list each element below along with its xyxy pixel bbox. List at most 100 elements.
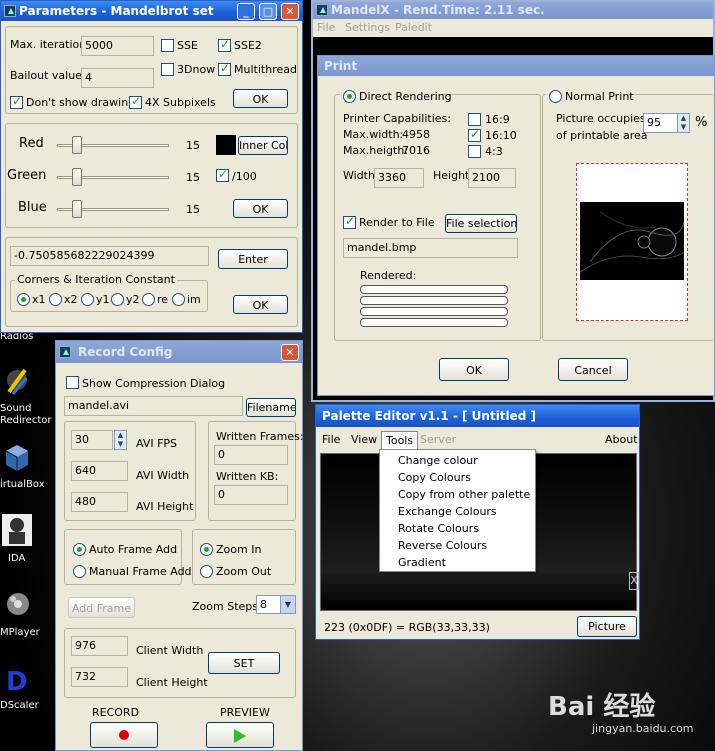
parameters-app-icon	[4, 5, 16, 17]
close-button[interactable]: ✕	[281, 3, 299, 20]
percent-sign: %	[695, 115, 708, 130]
auto-frame-radio[interactable]	[73, 543, 86, 556]
menu-settings[interactable]: Settings	[345, 21, 390, 34]
zoom-in-radio[interactable]	[200, 543, 213, 556]
menu-item-reverse-colours[interactable]: Reverse Colours	[398, 539, 487, 552]
zoom-out-radio[interactable]	[200, 565, 213, 578]
avi-width-input[interactable]: 640	[71, 461, 128, 481]
fps-spinner[interactable]: ▲ ▼	[114, 430, 127, 450]
record-title-bar[interactable]: Record Config	[56, 341, 302, 363]
subpixels-checkbox[interactable]	[129, 94, 142, 109]
fps-input[interactable]: 30	[71, 430, 113, 450]
menu-item-copy-from-other-palette[interactable]: Copy from other palette	[398, 488, 530, 501]
radio-re[interactable]	[142, 293, 155, 306]
palette-picture-button[interactable]: Picture	[577, 616, 637, 637]
blue-slider[interactable]	[72, 200, 83, 218]
inner-col-button[interactable]: Inner Col	[238, 136, 288, 155]
max-height-value: 7016	[402, 144, 430, 157]
set-button[interactable]: SET	[208, 652, 280, 674]
record-button[interactable]	[90, 722, 158, 748]
palette-title-bar[interactable]: Palette Editor v1.1 - [ Untitled ]	[316, 405, 639, 427]
palette-menu-server[interactable]: Server	[420, 433, 456, 446]
render-to-file-checkbox[interactable]	[343, 214, 356, 229]
palette-menu-about[interactable]: About	[605, 433, 638, 446]
radio-x2[interactable]	[49, 293, 62, 306]
menu-item-change-colour[interactable]: Change colour	[398, 454, 478, 467]
normal-print-radio[interactable]	[549, 90, 562, 103]
green-slider[interactable]	[72, 168, 83, 186]
menu-item-gradient[interactable]: Gradient	[398, 556, 446, 569]
ida-icon[interactable]	[2, 514, 32, 546]
radio-y2[interactable]	[111, 293, 124, 306]
menu-item-rotate-colours[interactable]: Rotate Colours	[398, 522, 479, 535]
add-frame-button[interactable]: Add Frame	[68, 597, 135, 618]
avi-filename-input[interactable]: mandel.avi	[64, 396, 243, 416]
radio-y1[interactable]	[81, 293, 94, 306]
3dnow-checkbox[interactable]	[161, 63, 174, 76]
desktop-icon-label-sound-redirector: Sound Redirector	[0, 403, 52, 426]
dont-show-drawing-checkbox[interactable]	[10, 94, 23, 109]
manual-frame-radio[interactable]	[73, 565, 86, 578]
menu-item-exchange-colours[interactable]: Exchange Colours	[398, 505, 497, 518]
dscaler-icon[interactable]: D	[4, 666, 32, 697]
rendered-progress-1	[360, 285, 508, 294]
div100-checkbox[interactable]	[216, 167, 229, 182]
minimize-button[interactable]: _	[237, 3, 255, 20]
desktop-icon-label-ida: IDA	[8, 553, 26, 564]
menu-paledit[interactable]: Paledit	[395, 21, 432, 34]
preview-button[interactable]	[206, 722, 274, 748]
multithread-checkbox[interactable]	[218, 61, 231, 76]
corners-ok-button[interactable]: OK	[233, 295, 288, 314]
enter-button[interactable]: Enter	[218, 249, 288, 269]
palette-menu-tools[interactable]: Tools	[381, 431, 419, 450]
fps-label: AVI FPS	[136, 437, 178, 450]
palette-menu-view[interactable]: View	[351, 433, 377, 446]
zoom-steps-label: Zoom Steps:	[192, 600, 262, 613]
radio-x1[interactable]	[17, 293, 30, 306]
sse-checkbox[interactable]	[161, 39, 174, 52]
palette-marker[interactable]: X	[629, 572, 639, 590]
max-iteration-input[interactable]: 5000	[81, 36, 154, 56]
height-input[interactable]: 2100	[468, 168, 516, 188]
iteration-ok-button[interactable]: OK	[233, 89, 288, 108]
constant-input[interactable]: -0.750585682229024399	[10, 246, 209, 266]
print-cancel-button[interactable]: Cancel	[558, 358, 628, 381]
virtualbox-icon[interactable]	[4, 443, 30, 473]
color-ok-button[interactable]: OK	[233, 199, 288, 218]
zoom-steps-select[interactable]: 8 ▼	[256, 595, 296, 614]
avi-filename-button[interactable]: Filename	[246, 398, 296, 417]
show-compression-checkbox[interactable]	[66, 376, 79, 389]
radio-im[interactable]	[172, 293, 185, 306]
percent-input[interactable]: 95	[643, 113, 679, 133]
sound-redirector-icon[interactable]	[4, 368, 30, 398]
print-title-bar[interactable]: Print	[318, 56, 714, 76]
mplayer-icon[interactable]	[4, 590, 32, 618]
svg-text:D: D	[6, 667, 28, 696]
palette-menu-file[interactable]: File	[322, 433, 340, 446]
direct-rendering-radio[interactable]	[343, 90, 356, 103]
ratio-16-9-checkbox[interactable]	[468, 113, 481, 126]
ratio-4-3-checkbox[interactable]	[468, 145, 481, 158]
client-width-input[interactable]: 976	[71, 636, 128, 656]
chevron-down-icon[interactable]: ▼	[280, 596, 295, 613]
print-ok-button[interactable]: OK	[439, 358, 509, 381]
red-slider[interactable]	[72, 136, 83, 154]
record-label: RECORD	[92, 706, 140, 719]
mandelx-title-bar[interactable]: MandelX - Rend.Time: 2.11 sec.	[313, 2, 713, 19]
render-filename-input[interactable]: mandel.bmp	[343, 238, 518, 258]
avi-height-input[interactable]: 480	[71, 492, 128, 512]
parameters-title-bar[interactable]: Parameters - Mandelbrot set	[1, 1, 302, 21]
width-input[interactable]: 3360	[374, 168, 424, 188]
palette-status: 223 (0x0DF) = RGB(33,33,33)	[324, 621, 490, 634]
maximize-button[interactable]: □	[259, 3, 277, 20]
percent-spinner[interactable]: ▲ ▼	[677, 113, 690, 133]
bailout-input[interactable]: 4	[81, 68, 154, 88]
file-selection-button[interactable]: File selection	[445, 214, 517, 233]
menu-item-copy-colours[interactable]: Copy Colours	[398, 471, 471, 484]
max-height-label: Max.heigth:	[343, 144, 409, 157]
client-height-input[interactable]: 732	[71, 667, 128, 687]
sse2-checkbox[interactable]	[218, 37, 231, 52]
record-close-button[interactable]: ✕	[281, 344, 299, 361]
ratio-16-10-checkbox[interactable]	[468, 127, 481, 142]
menu-file[interactable]: File	[317, 21, 335, 34]
